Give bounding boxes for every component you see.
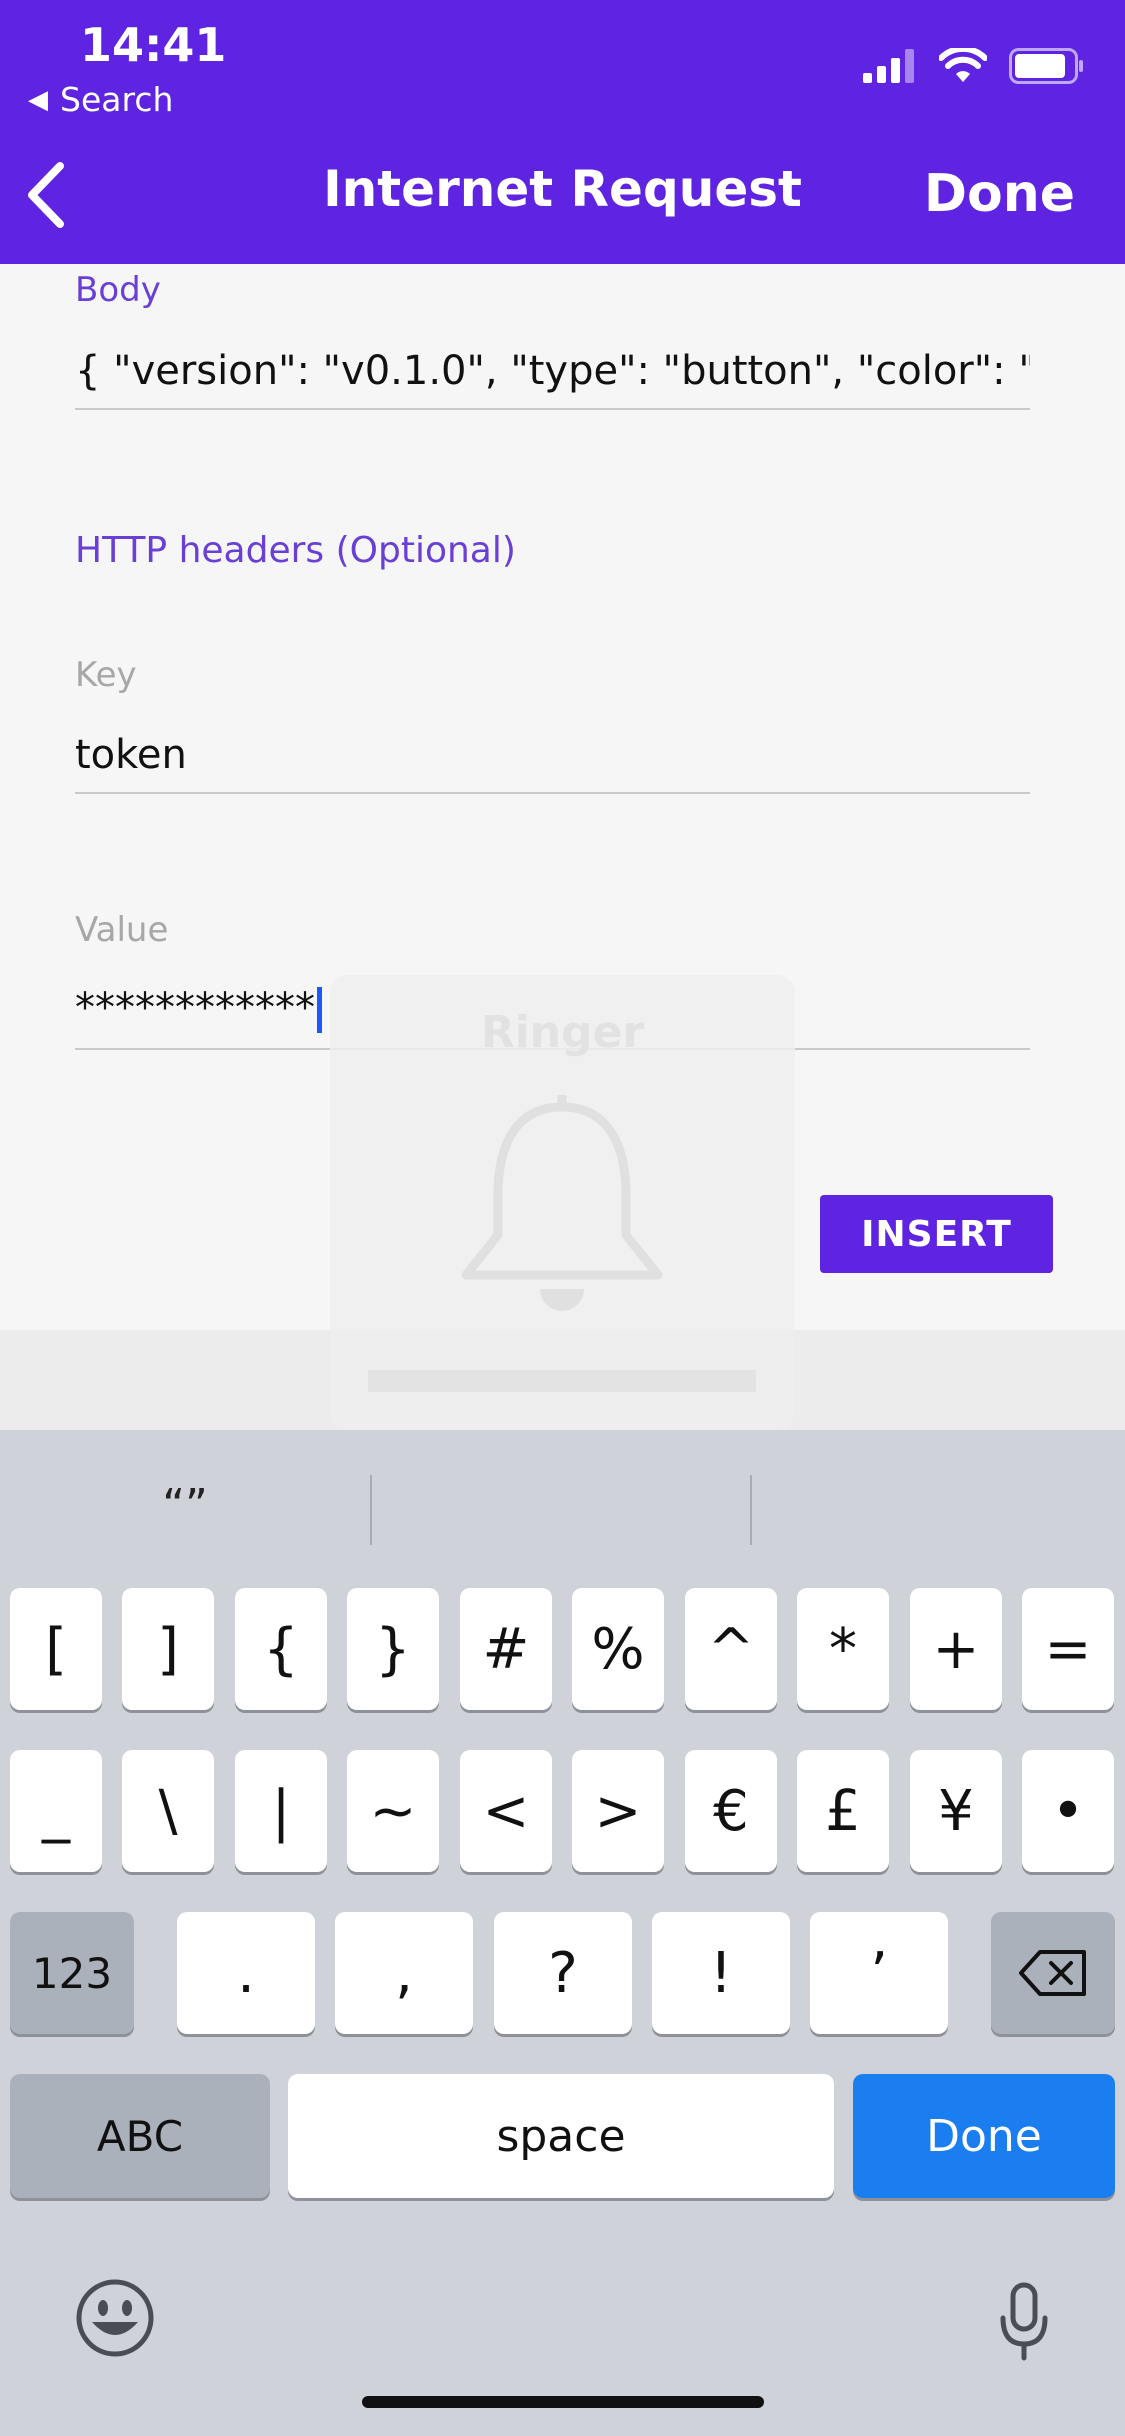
value-field-text: ************	[75, 985, 315, 1031]
http-headers-heading: HTTP headers (Optional)	[75, 530, 516, 571]
key-tilde[interactable]: ~	[347, 1750, 439, 1872]
ringer-hud: Ringer	[330, 975, 795, 1430]
key-backslash[interactable]: \	[122, 1750, 214, 1872]
body-label: Body	[75, 270, 161, 310]
key-close-brace[interactable]: }	[347, 1588, 439, 1710]
status-time: 14:41	[80, 18, 227, 72]
key-yen[interactable]: ¥	[910, 1750, 1002, 1872]
key-abc[interactable]: ABC	[10, 2074, 270, 2198]
status-icons	[863, 48, 1085, 84]
keyboard-done-key[interactable]: Done	[853, 2074, 1115, 2198]
emoji-icon[interactable]	[75, 2278, 155, 2358]
insert-button[interactable]: INSERT	[820, 1195, 1053, 1273]
battery-icon	[1009, 48, 1083, 84]
key-bullet[interactable]: •	[1022, 1750, 1114, 1872]
nav-header: 14:41 ◀ Search Internet Request Done	[0, 0, 1125, 264]
key-caret[interactable]: ^	[685, 1588, 777, 1710]
back-app-label: Search	[60, 80, 174, 119]
key-exclamation[interactable]: !	[652, 1912, 790, 2034]
key-underscore[interactable]: _	[10, 1750, 102, 1872]
text-cursor	[317, 987, 322, 1033]
ringer-label: Ringer	[480, 1007, 645, 1058]
key-equals[interactable]: =	[1022, 1588, 1114, 1710]
key-asterisk[interactable]: *	[797, 1588, 889, 1710]
key-pipe[interactable]: |	[235, 1750, 327, 1872]
value-label: Value	[75, 910, 169, 950]
ringer-volume-bar	[368, 1370, 756, 1392]
body-field-underline	[75, 408, 1030, 410]
key-close-bracket[interactable]: ]	[122, 1588, 214, 1710]
suggestion-divider	[370, 1475, 372, 1545]
key-plus[interactable]: +	[910, 1588, 1002, 1710]
key-percent[interactable]: %	[572, 1588, 664, 1710]
key-open-bracket[interactable]: [	[10, 1588, 102, 1710]
key-apostrophe[interactable]: ’	[810, 1912, 948, 2034]
key-hash[interactable]: #	[460, 1588, 552, 1710]
key-comma[interactable]: ,	[335, 1912, 473, 2034]
delete-key[interactable]	[991, 1912, 1115, 2034]
wifi-icon	[939, 48, 987, 82]
backspace-icon	[1019, 1950, 1086, 1996]
key-euro[interactable]: €	[685, 1750, 777, 1872]
key-period[interactable]: .	[177, 1912, 315, 2034]
bell-icon	[461, 1095, 663, 1311]
nav-done-button[interactable]: Done	[924, 164, 1075, 224]
back-triangle-icon: ◀	[28, 84, 48, 115]
key-less-than[interactable]: <	[460, 1750, 552, 1872]
suggestion-3[interactable]	[760, 1465, 1120, 1545]
key-open-brace[interactable]: {	[235, 1588, 327, 1710]
body-field[interactable]: { "version": "v0.1.0", "type": "button",…	[75, 348, 1030, 394]
suggestion-divider	[750, 1475, 752, 1545]
key-question[interactable]: ?	[494, 1912, 632, 2034]
key-greater-than[interactable]: >	[572, 1750, 664, 1872]
key-123[interactable]: 123	[10, 1912, 134, 2034]
key-field[interactable]: token	[75, 732, 1030, 778]
signal-icon	[863, 49, 914, 83]
back-to-search-link[interactable]: ◀ Search	[28, 80, 173, 119]
suggestion-2[interactable]	[380, 1465, 740, 1545]
suggestion-1[interactable]: “”	[60, 1465, 310, 1545]
key-label: Key	[75, 655, 137, 695]
key-field-underline	[75, 792, 1030, 794]
microphone-icon[interactable]	[998, 2282, 1050, 2362]
home-indicator[interactable]	[362, 2396, 764, 2408]
key-pound[interactable]: £	[797, 1750, 889, 1872]
key-space[interactable]: space	[288, 2074, 834, 2198]
